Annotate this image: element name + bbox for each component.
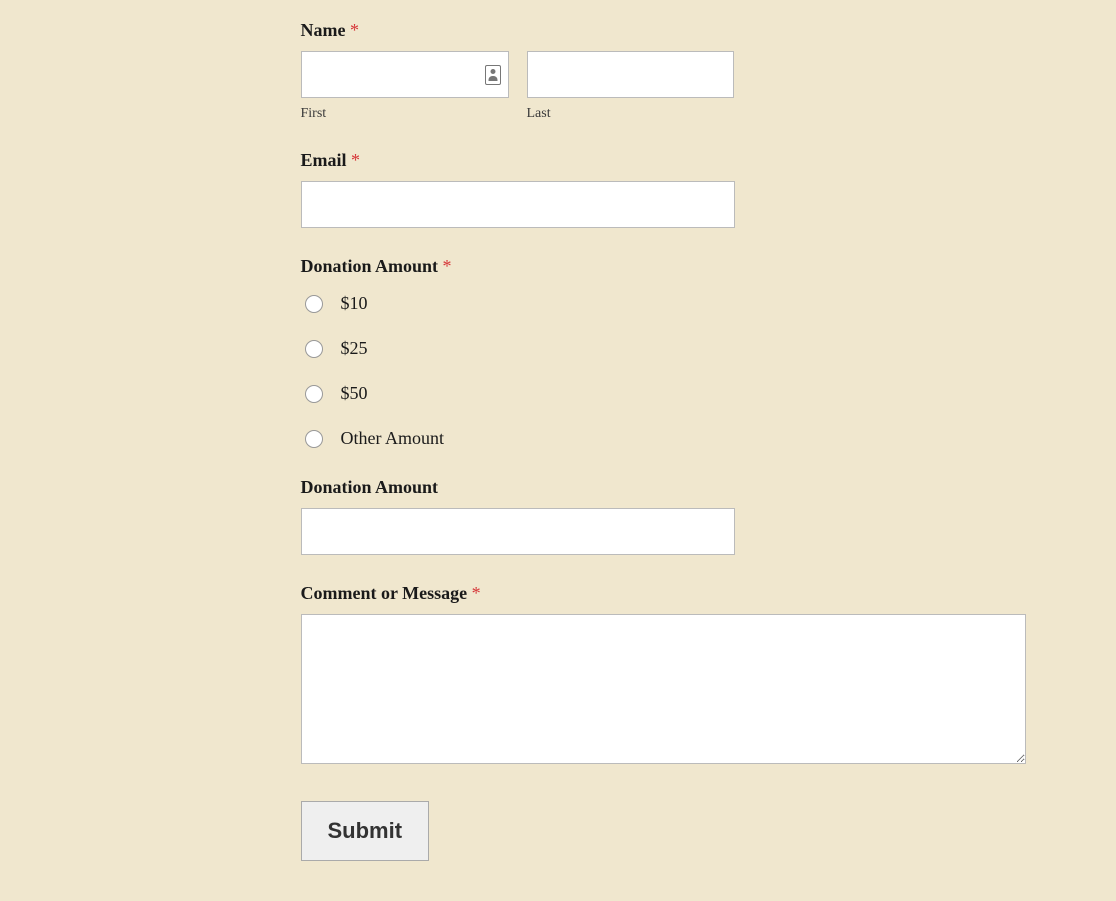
name-field-group: Name * First Last xyxy=(301,20,1026,122)
required-mark: * xyxy=(350,20,359,40)
donation-option-50: $50 xyxy=(301,383,1026,404)
donation-radio-label-10[interactable]: $10 xyxy=(341,293,368,314)
comment-label: Comment or Message * xyxy=(301,583,1026,604)
required-mark: * xyxy=(443,256,452,276)
email-field-group: Email * xyxy=(301,150,1026,228)
donation-radio-label-other[interactable]: Other Amount xyxy=(341,428,445,449)
donation-radio-25[interactable] xyxy=(305,340,323,358)
first-name-input[interactable] xyxy=(301,51,509,98)
last-name-sublabel: Last xyxy=(527,106,734,122)
donation-amount-radio-group: Donation Amount * $10 $25 $50 Other Amou… xyxy=(301,256,1026,449)
donation-amount-input-group: Donation Amount xyxy=(301,477,1026,555)
email-label: Email * xyxy=(301,150,1026,171)
first-name-column: First xyxy=(301,51,509,122)
last-name-column: Last xyxy=(527,51,734,122)
donation-option-25: $25 xyxy=(301,338,1026,359)
donation-amount-input-label: Donation Amount xyxy=(301,477,1026,498)
donation-radio-label-50[interactable]: $50 xyxy=(341,383,368,404)
comment-textarea[interactable] xyxy=(301,614,1026,764)
first-name-sublabel: First xyxy=(301,106,509,122)
first-name-wrap xyxy=(301,51,509,98)
donation-radio-10[interactable] xyxy=(305,295,323,313)
donation-radio-list: $10 $25 $50 Other Amount xyxy=(301,293,1026,449)
email-input[interactable] xyxy=(301,181,735,228)
donation-radio-label-25[interactable]: $25 xyxy=(341,338,368,359)
donation-radio-50[interactable] xyxy=(305,385,323,403)
last-name-input[interactable] xyxy=(527,51,734,98)
donation-radio-other[interactable] xyxy=(305,430,323,448)
donation-amount-label: Donation Amount * xyxy=(301,256,1026,277)
donation-amount-input-label-text: Donation Amount xyxy=(301,477,439,497)
submit-button[interactable]: Submit xyxy=(301,801,430,861)
donation-amount-input[interactable] xyxy=(301,508,735,555)
required-mark: * xyxy=(472,583,481,603)
donation-amount-label-text: Donation Amount xyxy=(301,256,439,276)
donation-option-10: $10 xyxy=(301,293,1026,314)
name-row: First Last xyxy=(301,51,1026,122)
comment-label-text: Comment or Message xyxy=(301,583,468,603)
donation-form: Name * First Last Email * Do xyxy=(91,20,1026,861)
name-label-text: Name xyxy=(301,20,346,40)
required-mark: * xyxy=(351,150,360,170)
donation-option-other: Other Amount xyxy=(301,428,1026,449)
comment-field-group: Comment or Message * xyxy=(301,583,1026,769)
name-label: Name * xyxy=(301,20,1026,41)
email-label-text: Email xyxy=(301,150,347,170)
